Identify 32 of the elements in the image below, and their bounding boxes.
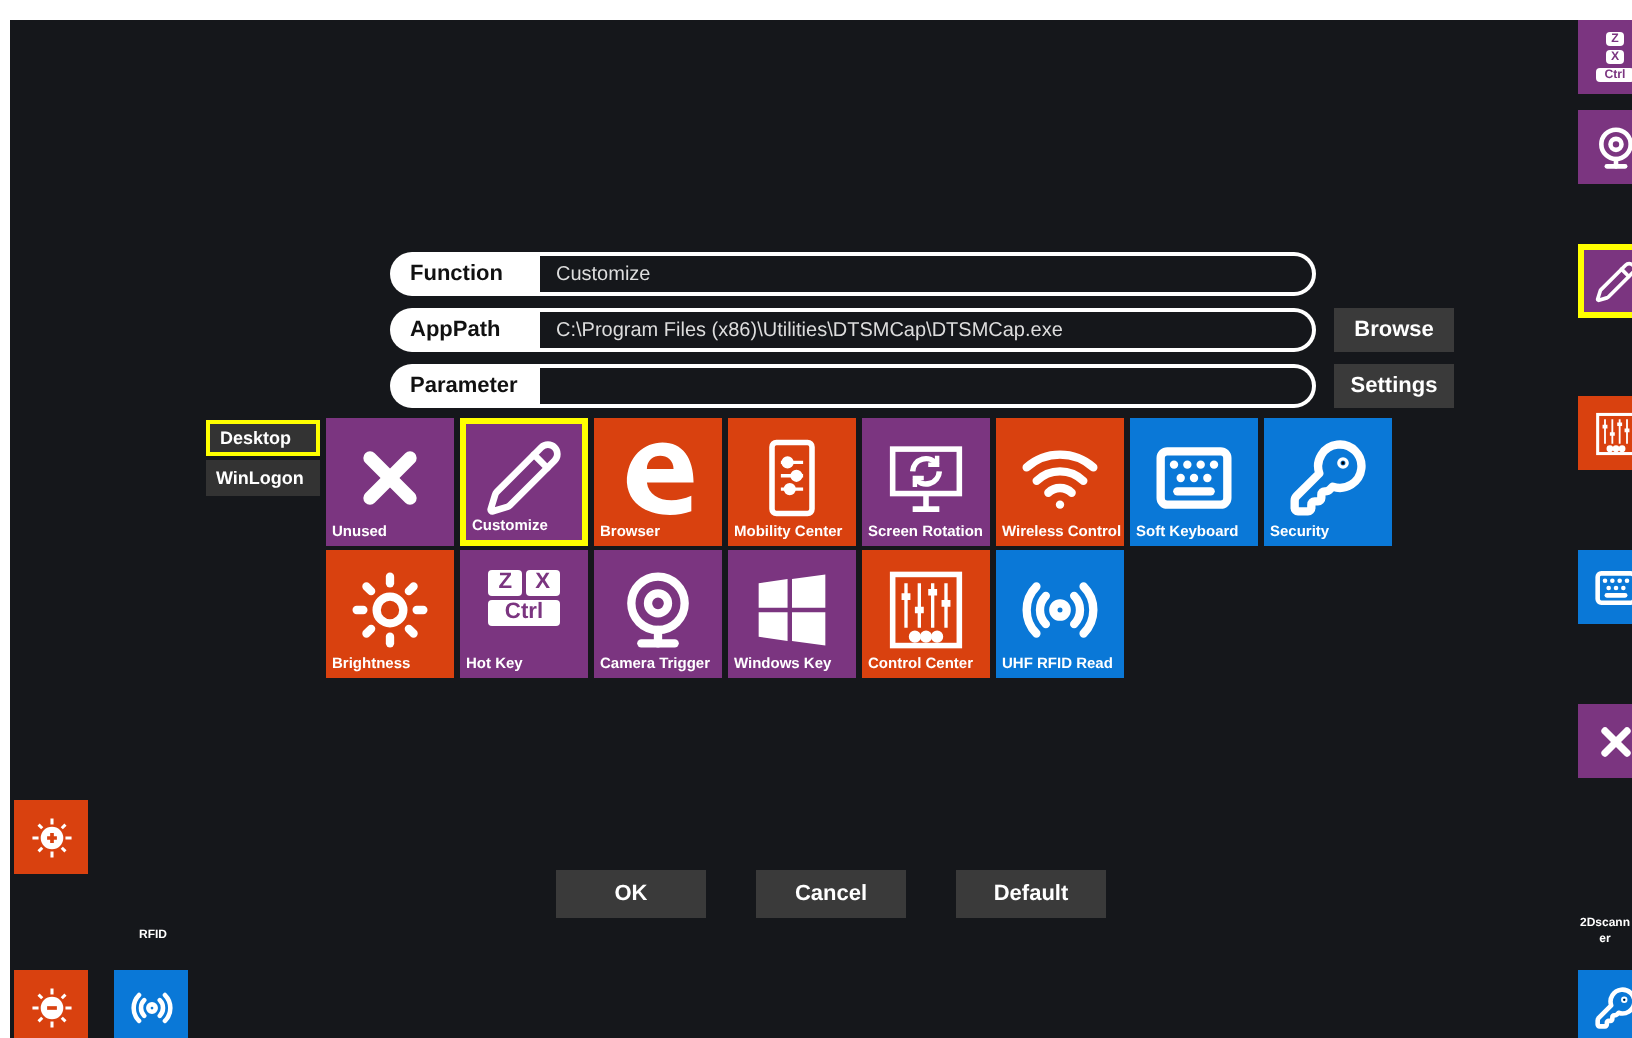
- key-icon: [1593, 985, 1632, 1029]
- action-button[interactable]: OK: [556, 870, 706, 918]
- action-button[interactable]: Cancel: [756, 870, 906, 918]
- sun-icon: [350, 570, 430, 650]
- mixer-icon: [1593, 411, 1632, 455]
- field-label: AppPath: [390, 308, 540, 352]
- keyboard-icon: [1593, 565, 1632, 609]
- side-key[interactable]: [1578, 244, 1632, 318]
- brightness-up-icon: [29, 815, 73, 859]
- side-button[interactable]: Browse: [1334, 308, 1454, 352]
- side-button[interactable]: Settings: [1334, 364, 1454, 408]
- side-key[interactable]: [14, 800, 88, 874]
- field-label: Function: [390, 252, 540, 296]
- field-label: Parameter: [390, 364, 540, 408]
- pencil-icon: [1593, 259, 1632, 303]
- input-field[interactable]: C:\Program Files (x86)\Utilities\DTSMCap\DTSMCap.exe: [540, 308, 1316, 352]
- side-key[interactable]: [1578, 396, 1632, 470]
- side-key[interactable]: [1578, 704, 1632, 778]
- pencil-icon: [484, 438, 564, 518]
- key-icon: [1288, 438, 1368, 518]
- input-field[interactable]: [540, 364, 1316, 408]
- side-key[interactable]: [114, 970, 188, 1038]
- mixer-icon: [886, 570, 966, 650]
- mode-tab[interactable]: Desktop: [206, 420, 320, 456]
- input-field[interactable]: Customize: [540, 252, 1316, 296]
- side-key[interactable]: [1578, 550, 1632, 624]
- brightness-down-icon: [29, 985, 73, 1029]
- mode-tab[interactable]: WinLogon: [206, 460, 320, 496]
- action-button[interactable]: Default: [956, 870, 1106, 918]
- side-key[interactable]: [1578, 110, 1632, 184]
- webcam-icon: [1593, 125, 1632, 169]
- side-key[interactable]: [14, 970, 88, 1038]
